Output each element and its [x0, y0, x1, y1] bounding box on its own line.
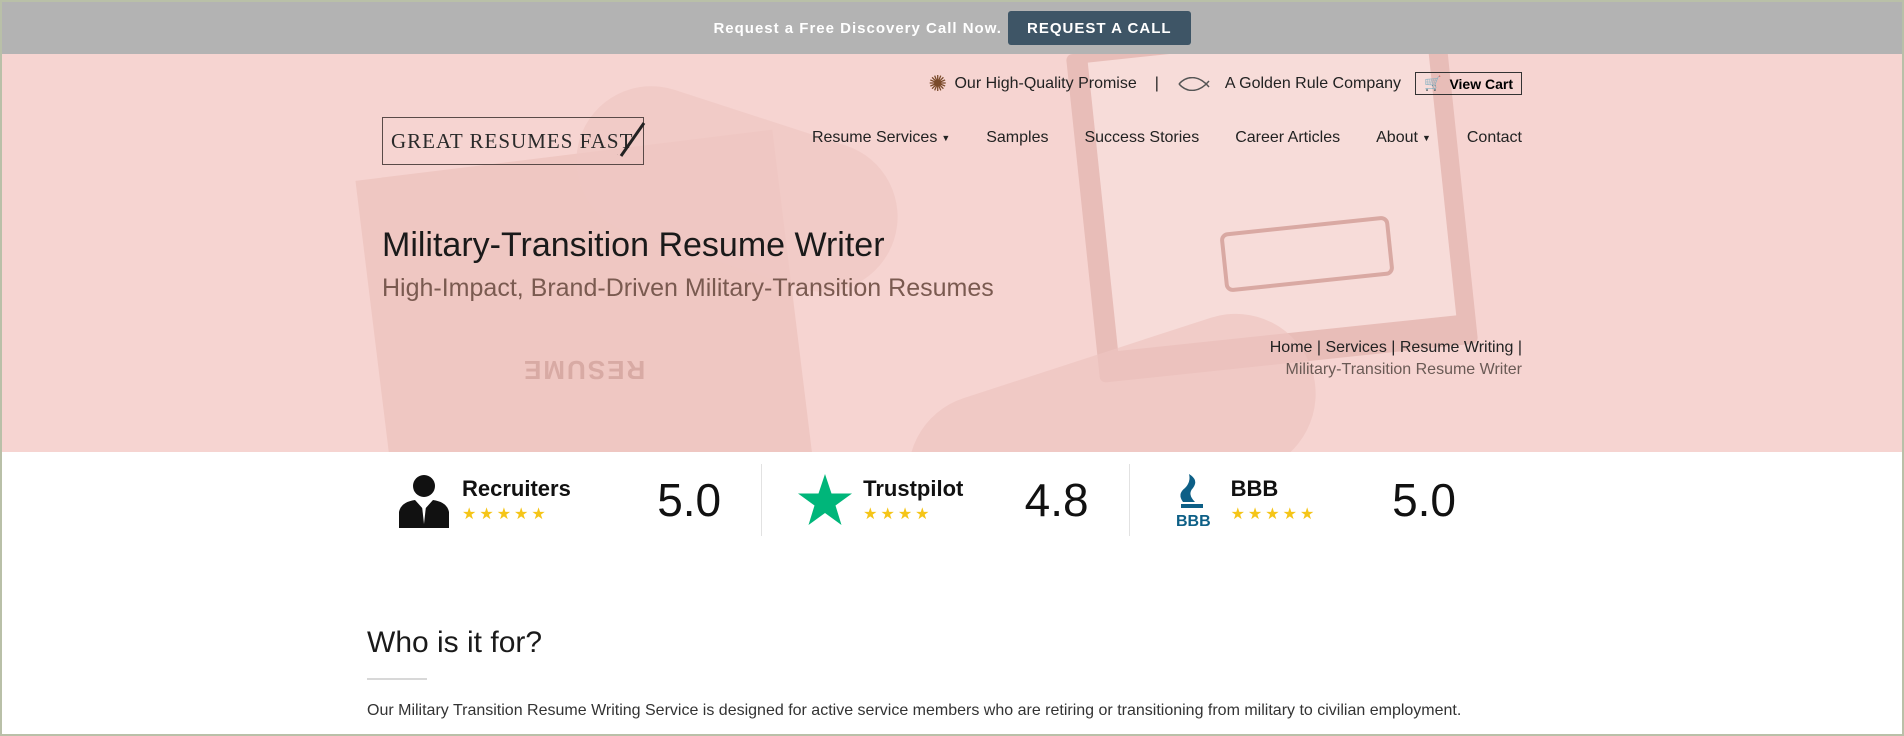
breadcrumb-links[interactable]: Home | Services | Resume Writing | [1270, 337, 1522, 359]
fish-icon [1178, 76, 1210, 91]
trustpilot-star-icon [797, 472, 853, 528]
quality-promise-link[interactable]: Our High-Quality Promise [954, 75, 1136, 93]
main-nav: Resume Services ▼ Samples Success Storie… [812, 129, 1522, 147]
breadcrumb: Home | Services | Resume Writing | Milit… [1270, 337, 1522, 381]
businessman-icon [396, 472, 452, 528]
rating-score: 4.8 [1024, 474, 1089, 526]
page-subtitle: High-Impact, Brand-Driven Military-Trans… [382, 274, 994, 302]
nav-item-label: Success Stories [1084, 129, 1200, 146]
nav-item-label: About [1376, 129, 1418, 146]
pen-icon [617, 122, 646, 157]
view-cart-label: View Cart [1449, 75, 1513, 92]
rating-stars: ★★★★★ [462, 506, 549, 523]
page-title: Military-Transition Resume Writer [382, 226, 885, 264]
rating-name: Trustpilot [863, 476, 964, 501]
svg-text:BBB: BBB [1176, 513, 1211, 528]
nav-item-resume-services[interactable]: Resume Services ▼ [812, 129, 950, 147]
site-logo[interactable]: GREAT RESUMES FAST [382, 117, 646, 165]
nav-item-label: Career Articles [1235, 129, 1341, 146]
ratings-bar: Recruiters ★★★★★ 5.0 Trustpilot ★★★★ 4.8… [396, 464, 1496, 536]
section-divider [367, 678, 427, 680]
nav-item-about[interactable]: About ▼ [1376, 129, 1431, 147]
bbb-logo-icon: BBB [1165, 472, 1221, 528]
breadcrumb-current: Military-Transition Resume Writer [1285, 361, 1522, 378]
promo-text: Request a Free Discovery Call Now. [713, 19, 1002, 37]
nav-item-label: Samples [986, 129, 1049, 146]
announcement-bar: Request a Free Discovery Call Now. REQUE… [2, 2, 1902, 54]
nav-item-samples[interactable]: Samples [986, 129, 1048, 147]
nav-item-contact[interactable]: Contact [1467, 129, 1522, 147]
nav-item-career-articles[interactable]: Career Articles [1235, 129, 1340, 147]
rating-score: 5.0 [657, 474, 722, 526]
nav-item-label: Contact [1466, 129, 1522, 146]
golden-rule-link[interactable]: A Golden Rule Company [1225, 75, 1401, 93]
rating-name: Recruiters [462, 476, 571, 501]
nav-item-success-stories[interactable]: Success Stories [1084, 129, 1199, 147]
request-call-button[interactable]: REQUEST A CALL [1007, 11, 1191, 45]
rating-bbb: BBB BBB ★★★★★ 5.0 [1128, 464, 1496, 536]
rating-stars: ★★★★ [863, 506, 933, 523]
view-cart-button[interactable]: 🛒 View Cart [1415, 72, 1522, 95]
utility-bar: ✺ Our High-Quality Promise | A Golden Ru… [928, 72, 1522, 95]
seal-icon: ✺ [928, 70, 947, 96]
hero-bg-clipboard-sheet [1087, 54, 1457, 351]
hero-banner: RESUME ✺ Our High-Quality Promise | A Go… [2, 54, 1902, 452]
hero-bg-resume-word: RESUME [522, 355, 646, 385]
rating-name: BBB [1230, 476, 1279, 501]
rating-stars: ★★★★★ [1230, 506, 1318, 523]
logo-text: GREAT RESUMES FAST [391, 128, 634, 153]
section-title: Who is it for? [367, 626, 543, 659]
rating-score: 5.0 [1392, 474, 1457, 526]
caret-down-icon: ▼ [1421, 133, 1431, 143]
rating-trustpilot: Trustpilot ★★★★ 4.8 [761, 464, 1128, 536]
cart-icon: 🛒 [1424, 75, 1442, 91]
rating-recruiters: Recruiters ★★★★★ 5.0 [396, 464, 761, 536]
nav-item-label: Resume Services [811, 129, 938, 146]
section-paragraph: Our Military Transition Resume Writing S… [367, 702, 1462, 719]
utility-separator: | [1154, 74, 1159, 92]
caret-down-icon: ▼ [941, 133, 951, 143]
